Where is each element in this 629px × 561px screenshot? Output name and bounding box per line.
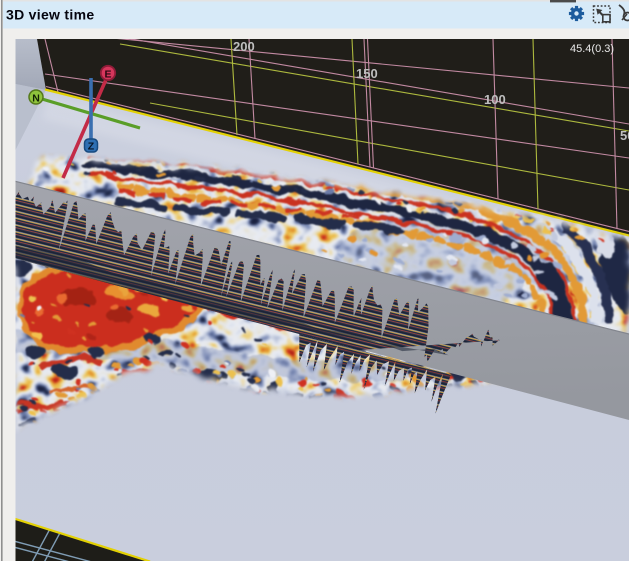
- svg-text:N: N: [32, 93, 40, 105]
- svg-text:45.4(0.3): 45.4(0.3): [570, 43, 614, 55]
- svg-text:200: 200: [233, 39, 255, 54]
- svg-text:100: 100: [484, 92, 506, 107]
- svg-text:3D view time: 3D view time: [6, 7, 94, 23]
- svg-text:Z: Z: [88, 141, 95, 153]
- svg-text:E: E: [104, 69, 111, 81]
- svg-text:150: 150: [356, 66, 378, 81]
